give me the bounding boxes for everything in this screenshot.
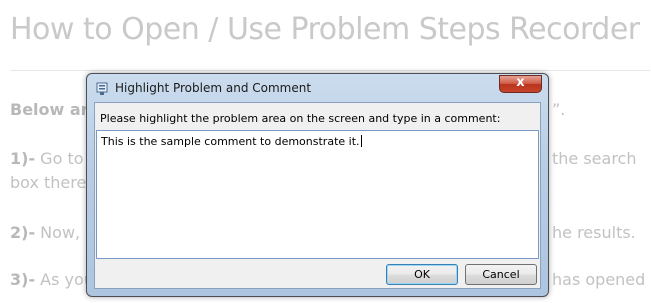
steps-recorder-icon: [96, 82, 108, 95]
article-line-tail: he results.: [552, 223, 636, 242]
dialog-title: Highlight Problem and Comment: [115, 81, 312, 95]
dialog-body: Please highlight the problem area on the…: [94, 102, 541, 289]
close-button[interactable]: x: [499, 75, 542, 93]
title-bar[interactable]: Highlight Problem and Comment x: [87, 74, 548, 102]
article-line-bold: 2)-: [10, 223, 36, 242]
article-line: Below ar: [10, 99, 89, 121]
article-line-tail: has opened: [552, 270, 646, 289]
instruction-label: Please highlight the problem area on the…: [100, 112, 501, 125]
cancel-button[interactable]: Cancel: [465, 264, 537, 285]
article-line-tail: ”.: [552, 100, 566, 119]
article-line: 2)- Now, C: [10, 223, 97, 242]
ok-button[interactable]: OK: [386, 264, 458, 285]
text-caret: [360, 135, 362, 147]
comment-value: This is the sample comment to demonstrat…: [101, 135, 360, 148]
page-title: How to Open / Use Problem Steps Recorder: [10, 12, 640, 47]
article-line-bold: 1)-: [10, 149, 36, 168]
close-icon: x: [516, 75, 525, 90]
comment-textarea[interactable]: This is the sample comment to demonstrat…: [96, 130, 539, 259]
highlight-comment-dialog: Highlight Problem and Comment x Please h…: [86, 73, 549, 297]
article-line-tail: the search: [552, 149, 637, 168]
article-line: 1)- Go to t: [10, 149, 95, 168]
article-line-bold: 3)-: [10, 270, 36, 289]
article-line: box there: [10, 173, 87, 192]
divider: [10, 70, 650, 71]
article-line-bold: Below ar: [10, 100, 89, 119]
article-line: 3)- As you: [10, 270, 94, 289]
